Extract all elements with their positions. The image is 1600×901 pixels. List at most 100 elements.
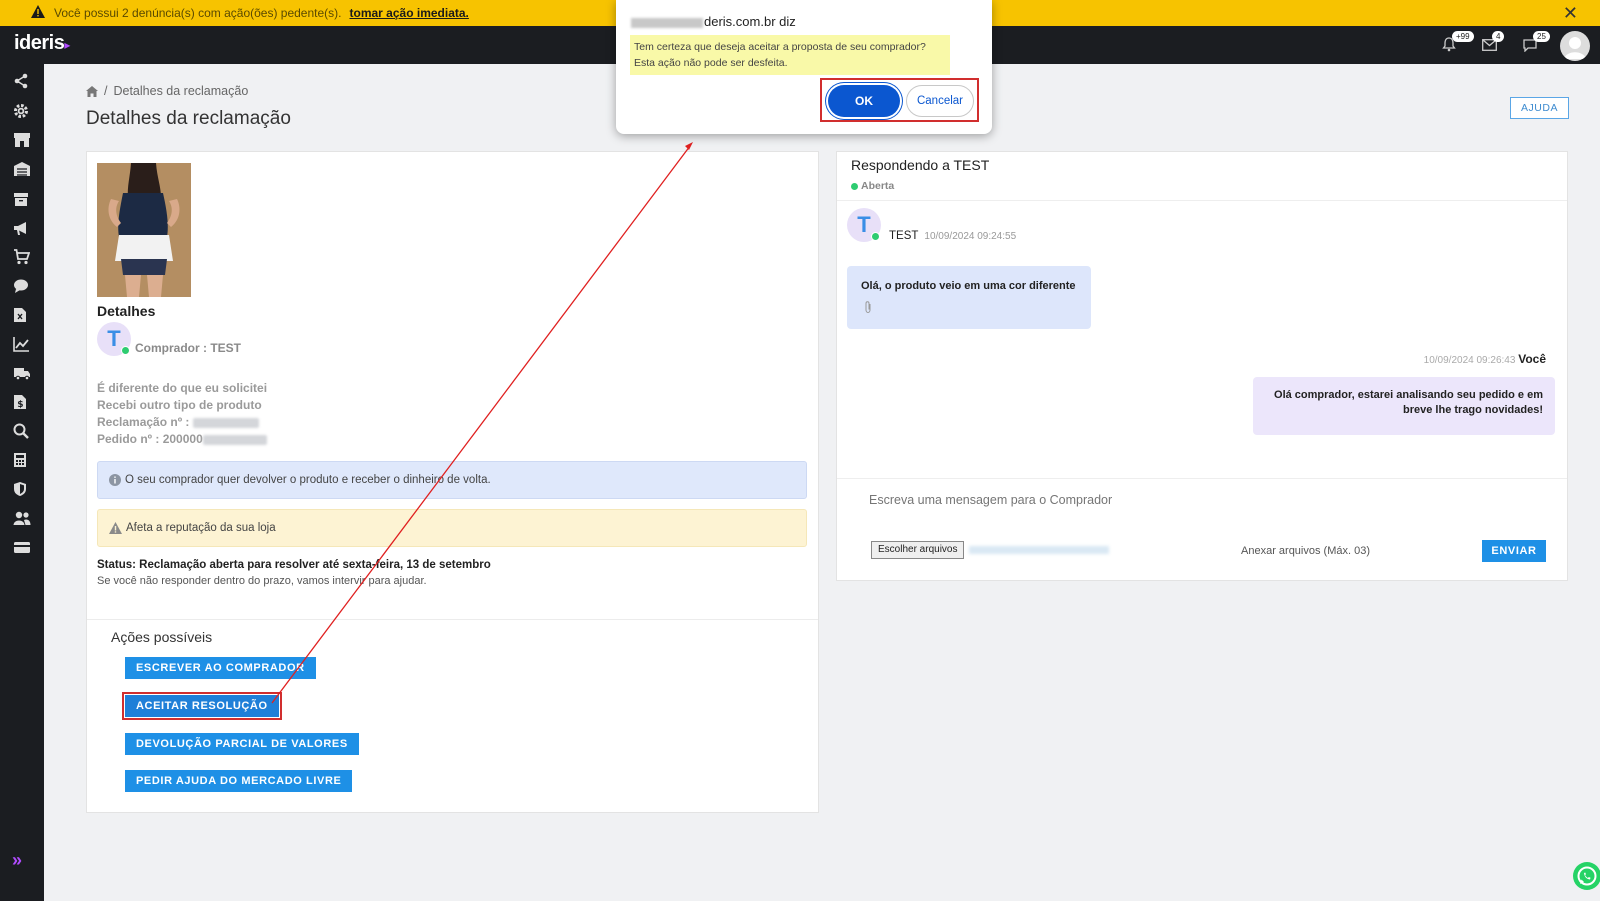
- incoming-message: Olá, o produto veio em uma cor diferente: [847, 266, 1091, 329]
- svg-text:$: $: [17, 400, 23, 410]
- help-button[interactable]: AJUDA: [1510, 97, 1569, 119]
- dialog-message-line-2: Esta ação não pode ser desfeita.: [634, 57, 788, 69]
- dialog-origin: deris.com.br diz: [631, 14, 796, 29]
- refund-info-text: O seu comprador quer devolver o produto …: [125, 474, 491, 486]
- sender-avatar: T: [847, 208, 881, 242]
- claim-status: Status: Reclamação aberta para resolver …: [97, 559, 491, 571]
- reputation-warning: Afeta a reputação da sua loja: [97, 509, 807, 547]
- home-icon[interactable]: [86, 85, 98, 97]
- origin-redacted: [631, 17, 703, 28]
- warning-icon: [109, 522, 122, 534]
- dialog-message-line-1: Tem certeza que deseja aceitar a propost…: [634, 41, 926, 53]
- megaphone-icon[interactable]: [13, 220, 31, 236]
- attachment-icon[interactable]: [864, 301, 872, 313]
- choose-files-button[interactable]: Escolher arquivos: [871, 541, 965, 559]
- dialog-origin-text: deris.com.br diz: [704, 14, 796, 29]
- users-icon[interactable]: [13, 510, 31, 526]
- claim-number-redacted: [192, 417, 259, 428]
- order-number-redacted: [202, 434, 267, 445]
- archive-icon[interactable]: [13, 191, 31, 207]
- mail-icon[interactable]: 4: [1482, 31, 1505, 53]
- request-mercado-livre-help-button[interactable]: PEDIR AJUDA DO MERCADO LIVRE: [125, 770, 353, 792]
- close-alert-icon[interactable]: ✕: [1563, 3, 1578, 24]
- claim-status-note: Se você não responder dentro do prazo, v…: [97, 575, 427, 587]
- card-icon[interactable]: [13, 539, 31, 555]
- buyer-avatar: T: [97, 322, 131, 356]
- gear-icon[interactable]: [13, 103, 31, 119]
- calculator-icon[interactable]: [13, 452, 31, 468]
- write-to-buyer-button[interactable]: ESCREVER AO COMPRADOR: [125, 657, 316, 679]
- take-action-link[interactable]: tomar ação imediata.: [350, 6, 469, 20]
- notifications-bell-icon[interactable]: +99: [1442, 31, 1474, 53]
- breadcrumb-separator: /: [104, 84, 108, 98]
- compose-area: Escolher arquivos Anexar arquivos (Máx. …: [837, 478, 1567, 580]
- confirm-dialog: deris.com.br diz Tem certeza que deseja …: [616, 0, 992, 134]
- ok-button[interactable]: OK: [828, 85, 900, 117]
- incoming-message-text: Olá, o produto veio em uma cor diferente: [861, 280, 1076, 292]
- product-image[interactable]: [97, 163, 191, 297]
- outgoing-message-meta: 10/09/2024 09:26:43 Você: [1424, 352, 1546, 366]
- notifications-badge: +99: [1452, 31, 1474, 42]
- accept-resolution-button[interactable]: ACEITAR RESOLUÇÃO: [122, 692, 282, 720]
- sender-avatar-letter: T: [857, 212, 871, 237]
- conversation-panel: Respondendo a TEST Aberta T TEST 10/09/20…: [836, 151, 1568, 581]
- claim-details-panel: Detalhes T Comprador : TEST É diferente …: [86, 151, 819, 813]
- incoming-author: TEST: [889, 230, 919, 242]
- breadcrumb-current: Detalhes da reclamação: [113, 84, 249, 98]
- store-icon[interactable]: [13, 132, 31, 148]
- shield-icon[interactable]: [13, 481, 31, 497]
- message-input[interactable]: [869, 493, 1534, 533]
- dollar-document-icon[interactable]: $: [13, 394, 31, 410]
- alert-text: Você possui 2 denúncia(s) com ação(ões) …: [54, 6, 342, 20]
- warehouse-icon[interactable]: [13, 161, 31, 177]
- outgoing-message: Olá comprador, estarei analisando seu pe…: [1253, 377, 1555, 435]
- outgoing-author: Você: [1518, 352, 1546, 366]
- chat-messages: T TEST 10/09/2024 09:24:55 Olá, o produto…: [837, 200, 1567, 470]
- claim-number-label: Reclamação nº :: [97, 415, 190, 429]
- outgoing-time: 10/09/2024 09:26:43: [1423, 355, 1516, 366]
- chart-line-icon[interactable]: [13, 336, 31, 352]
- conversation-status-label: Aberta: [861, 180, 895, 192]
- chat-icon[interactable]: [13, 278, 31, 294]
- order-number-row: Pedido nº : 200000: [97, 431, 267, 448]
- conversation-status: Aberta: [851, 180, 894, 192]
- messages-badge: 25: [1533, 31, 1550, 42]
- messages-icon[interactable]: 25: [1523, 31, 1550, 53]
- user-avatar[interactable]: [1560, 31, 1590, 61]
- incoming-time: 10/09/2024 09:24:55: [924, 231, 1017, 242]
- claim-reason: É diferente do que eu solicitei: [97, 381, 268, 395]
- invoice-icon[interactable]: [13, 307, 31, 323]
- divider: [87, 619, 818, 620]
- share-icon[interactable]: [13, 73, 31, 89]
- mail-badge: 4: [1492, 31, 1505, 42]
- search-zoom-icon[interactable]: [13, 423, 31, 439]
- expand-sidebar-icon[interactable]: »: [12, 850, 22, 871]
- partial-refund-button[interactable]: DEVOLUÇÃO PARCIAL DE VALORES: [125, 733, 359, 755]
- order-number-label: Pedido nº : 200000: [97, 432, 203, 446]
- online-status-dot: [871, 232, 880, 241]
- page-title: Detalhes da reclamação: [86, 108, 291, 129]
- sidebar: $ »: [0, 64, 44, 901]
- claim-info: É diferente do que eu solicitei Recebi o…: [97, 380, 267, 448]
- refund-info-alert: O seu comprador quer devolver o produto …: [97, 461, 807, 499]
- whatsapp-icon[interactable]: [1573, 862, 1600, 890]
- reputation-warning-text: Afeta a reputação da sua loja: [126, 522, 276, 534]
- actions-heading: Ações possíveis: [111, 629, 213, 645]
- attach-files-label: Anexar arquivos (Máx. 03): [1241, 545, 1370, 557]
- info-icon: [109, 474, 121, 486]
- details-heading: Detalhes: [97, 303, 156, 319]
- ideris-logo[interactable]: ideris▸: [14, 32, 70, 55]
- send-button[interactable]: ENVIAR: [1482, 540, 1546, 562]
- cart-icon[interactable]: [13, 249, 31, 265]
- buyer-label: Comprador : TEST: [135, 341, 242, 355]
- breadcrumb: / Detalhes da reclamação: [86, 84, 248, 98]
- cancel-button[interactable]: Cancelar: [906, 85, 974, 117]
- claim-number-row: Reclamação nº :: [97, 414, 267, 431]
- truck-icon[interactable]: [13, 365, 31, 381]
- claim-sub-reason: Recebi outro tipo de produto: [97, 398, 262, 412]
- selected-files-text: [969, 546, 1109, 554]
- online-status-dot: [121, 346, 130, 355]
- dialog-message: Tem certeza que deseja aceitar a propost…: [630, 35, 950, 75]
- buyer-avatar-letter: T: [107, 326, 121, 351]
- incoming-message-meta: TEST 10/09/2024 09:24:55: [889, 230, 1016, 242]
